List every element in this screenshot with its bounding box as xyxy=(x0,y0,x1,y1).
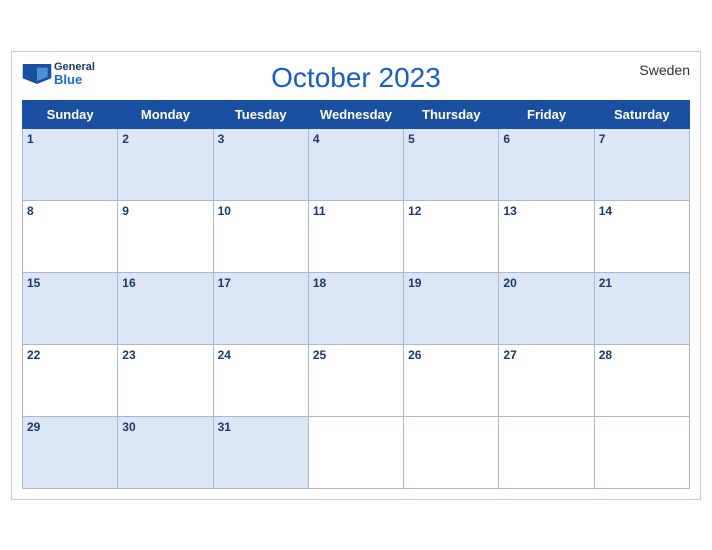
calendar-day-cell: 16 xyxy=(118,272,213,344)
calendar-day-cell: 9 xyxy=(118,200,213,272)
day-number: 3 xyxy=(218,132,225,146)
calendar-day-cell: 26 xyxy=(404,344,499,416)
header-sunday: Sunday xyxy=(23,100,118,128)
day-number: 15 xyxy=(27,276,40,290)
calendar-day-cell xyxy=(499,416,594,488)
day-number: 29 xyxy=(27,420,40,434)
logo-icon xyxy=(22,64,52,84)
calendar-day-cell: 2 xyxy=(118,128,213,200)
day-number: 1 xyxy=(27,132,34,146)
day-number: 27 xyxy=(503,348,516,362)
logo-blue-text: Blue xyxy=(54,73,82,86)
day-number: 23 xyxy=(122,348,135,362)
calendar-day-cell: 27 xyxy=(499,344,594,416)
calendar-week-row: 1 2 3 4 5 6 7 xyxy=(23,128,690,200)
day-number: 2 xyxy=(122,132,129,146)
calendar-day-cell: 30 xyxy=(118,416,213,488)
calendar-day-cell: 12 xyxy=(404,200,499,272)
calendar-day-cell: 14 xyxy=(594,200,689,272)
calendar-day-cell: 10 xyxy=(213,200,308,272)
calendar-day-cell: 28 xyxy=(594,344,689,416)
day-number: 6 xyxy=(503,132,510,146)
day-number: 13 xyxy=(503,204,516,218)
calendar-day-cell: 21 xyxy=(594,272,689,344)
day-number: 22 xyxy=(27,348,40,362)
calendar-day-cell: 1 xyxy=(23,128,118,200)
calendar-day-cell: 25 xyxy=(308,344,403,416)
day-number: 25 xyxy=(313,348,326,362)
calendar-day-cell: 4 xyxy=(308,128,403,200)
day-number: 14 xyxy=(599,204,612,218)
day-number: 19 xyxy=(408,276,421,290)
calendar-week-row: 15 16 17 18 19 20 21 xyxy=(23,272,690,344)
day-number: 16 xyxy=(122,276,135,290)
day-number: 12 xyxy=(408,204,421,218)
header-wednesday: Wednesday xyxy=(308,100,403,128)
header-thursday: Thursday xyxy=(404,100,499,128)
day-number: 5 xyxy=(408,132,415,146)
day-number: 10 xyxy=(218,204,231,218)
calendar-table: Sunday Monday Tuesday Wednesday Thursday… xyxy=(22,100,690,489)
calendar-week-row: 29 30 31 xyxy=(23,416,690,488)
calendar-day-cell: 15 xyxy=(23,272,118,344)
calendar-day-cell: 31 xyxy=(213,416,308,488)
day-number: 21 xyxy=(599,276,612,290)
day-number: 4 xyxy=(313,132,320,146)
calendar-day-cell: 6 xyxy=(499,128,594,200)
day-number: 28 xyxy=(599,348,612,362)
weekday-header-row: Sunday Monday Tuesday Wednesday Thursday… xyxy=(23,100,690,128)
calendar-day-cell xyxy=(308,416,403,488)
calendar-day-cell: 29 xyxy=(23,416,118,488)
calendar-day-cell: 22 xyxy=(23,344,118,416)
day-number: 9 xyxy=(122,204,129,218)
day-number: 7 xyxy=(599,132,606,146)
day-number: 8 xyxy=(27,204,34,218)
header-friday: Friday xyxy=(499,100,594,128)
calendar-header: General Blue October 2023 Sweden xyxy=(22,62,690,94)
calendar-day-cell: 11 xyxy=(308,200,403,272)
calendar-day-cell: 5 xyxy=(404,128,499,200)
header-tuesday: Tuesday xyxy=(213,100,308,128)
calendar-day-cell xyxy=(594,416,689,488)
calendar-day-cell: 7 xyxy=(594,128,689,200)
logo-area: General Blue xyxy=(22,62,95,86)
day-number: 24 xyxy=(218,348,231,362)
day-number: 18 xyxy=(313,276,326,290)
header-monday: Monday xyxy=(118,100,213,128)
day-number: 20 xyxy=(503,276,516,290)
day-number: 26 xyxy=(408,348,421,362)
month-title: October 2023 xyxy=(271,62,441,94)
calendar-day-cell: 24 xyxy=(213,344,308,416)
calendar-day-cell: 18 xyxy=(308,272,403,344)
calendar-day-cell: 23 xyxy=(118,344,213,416)
calendar-week-row: 22 23 24 25 26 27 28 xyxy=(23,344,690,416)
calendar-day-cell: 13 xyxy=(499,200,594,272)
calendar-day-cell: 19 xyxy=(404,272,499,344)
day-number: 11 xyxy=(313,204,326,218)
logo-general-text: General xyxy=(54,62,95,73)
calendar-day-cell: 17 xyxy=(213,272,308,344)
day-number: 17 xyxy=(218,276,231,290)
calendar-day-cell: 20 xyxy=(499,272,594,344)
country-label: Sweden xyxy=(639,62,690,78)
day-number: 30 xyxy=(122,420,135,434)
calendar-day-cell: 3 xyxy=(213,128,308,200)
calendar-day-cell: 8 xyxy=(23,200,118,272)
header-saturday: Saturday xyxy=(594,100,689,128)
day-number: 31 xyxy=(218,420,231,434)
calendar-container: General Blue October 2023 Sweden Sunday … xyxy=(11,51,701,500)
calendar-day-cell xyxy=(404,416,499,488)
calendar-week-row: 8 9 10 11 12 13 14 xyxy=(23,200,690,272)
